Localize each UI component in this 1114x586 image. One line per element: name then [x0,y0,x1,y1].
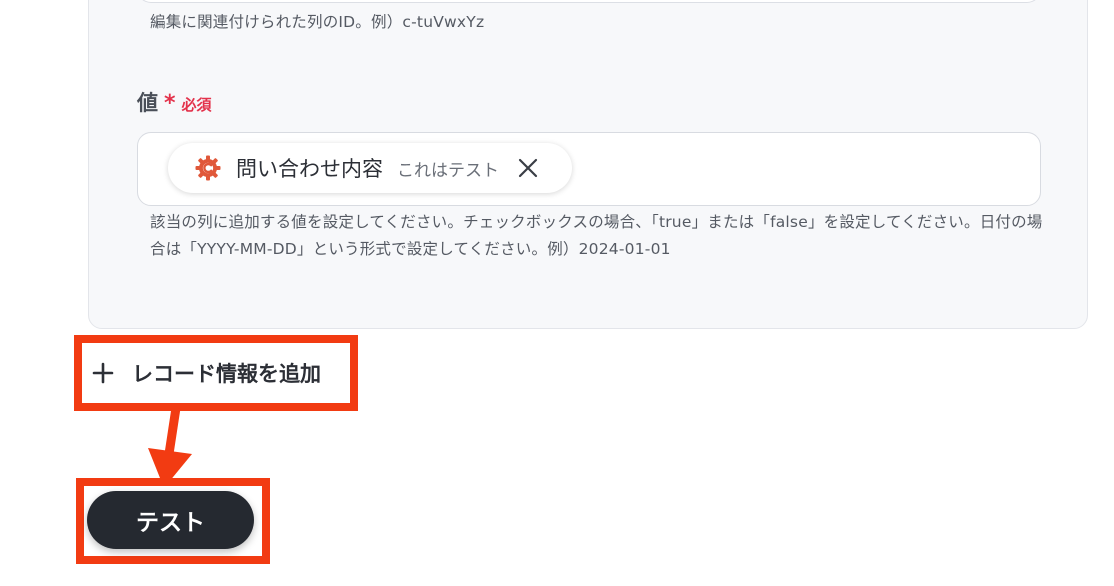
settings-card: 編集に関連付けられた列のID。例）c-tuVwxYz 値 * 必須 問い合わせ内… [88,0,1088,329]
required-text: 必須 [181,96,212,114]
chip-value: これはテスト [397,160,499,181]
value-label: 値 [137,91,158,115]
close-icon[interactable] [517,157,539,179]
column-id-input[interactable] [137,0,1041,3]
page: 編集に関連付けられた列のID。例）c-tuVwxYz 値 * 必須 問い合わせ内… [0,0,1114,586]
test-button[interactable]: テスト [87,491,254,549]
add-record-highlight: レコード情報を追加 [74,335,358,411]
gear-c-icon [195,155,221,181]
value-field-label: 値 * 必須 [137,87,212,117]
column-id-hint: 編集に関連付けられた列のID。例）c-tuVwxYz [150,13,485,31]
variable-chip[interactable]: 問い合わせ内容 これはテスト [168,143,572,193]
value-hint: 該当の列に追加する値を設定してください。チェックボックスの場合、「true」また… [150,213,1043,258]
add-record-button[interactable]: レコード情報を追加 [82,343,350,403]
test-button-highlight: テスト [76,478,270,564]
add-record-label: レコード情報を追加 [132,362,321,386]
plus-icon [92,362,114,384]
chip-label: 問い合わせ内容 [236,157,383,181]
required-star: * [164,91,176,116]
value-input[interactable]: 問い合わせ内容 これはテスト [137,132,1041,206]
